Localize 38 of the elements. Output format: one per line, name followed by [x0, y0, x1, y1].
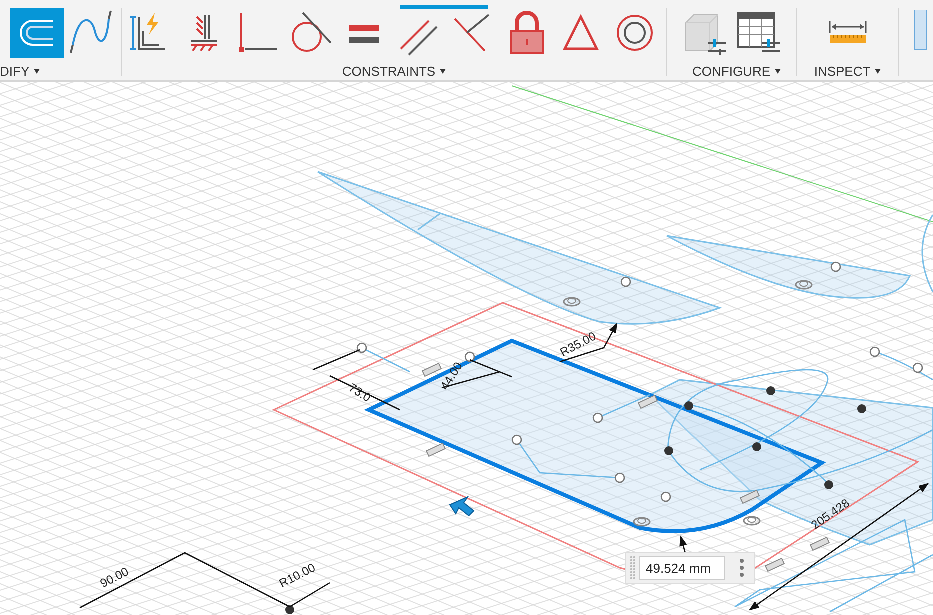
grip-handle[interactable]: [630, 556, 635, 580]
partial-tool-icon[interactable]: [913, 10, 927, 50]
caret-icon[interactable]: [34, 69, 40, 74]
constraint-icon[interactable]: [563, 297, 581, 307]
constraint-icon[interactable]: [426, 442, 446, 458]
group-label[interactable]: DIFY: [0, 62, 30, 80]
group-label[interactable]: CONFIGURE: [692, 62, 770, 80]
dimension-value[interactable]: 73.0: [346, 380, 374, 405]
constraint-icon[interactable]: [743, 516, 761, 526]
dimension-value[interactable]: 90.00: [98, 564, 132, 591]
constraint-icon[interactable]: [633, 517, 651, 527]
constraint-icon[interactable]: [740, 490, 760, 504]
sketch-point[interactable]: [356, 342, 368, 354]
drag-arrow-icon[interactable]: [449, 496, 475, 517]
sketch-point[interactable]: [766, 386, 776, 396]
caret-icon[interactable]: [774, 69, 780, 74]
sketch-point[interactable]: [464, 352, 476, 362]
constraint-icon[interactable]: [638, 394, 658, 410]
length-input-field[interactable]: 49.524 mm: [639, 556, 725, 580]
sketch-point[interactable]: [752, 442, 762, 452]
sketch-line: [418, 213, 440, 231]
caret-icon[interactable]: [440, 69, 446, 74]
caret-icon[interactable]: [874, 69, 881, 74]
dimension-line: [441, 359, 513, 389]
dimension-line: [560, 322, 618, 363]
sketch-point[interactable]: [684, 402, 694, 410]
sketch-point[interactable]: [824, 480, 834, 490]
group-label[interactable]: CONSTRAINTS: [342, 62, 436, 80]
tool-button[interactable]: [10, 8, 64, 58]
constraint-icon[interactable]: [422, 362, 442, 378]
group-label[interactable]: INSPECT: [814, 62, 871, 80]
constraint-icon[interactable]: [764, 558, 786, 572]
constraint-icon[interactable]: [810, 536, 830, 552]
sketch-point[interactable]: [286, 606, 294, 614]
sketch-point[interactable]: [858, 404, 866, 414]
constraint-icon[interactable]: [795, 280, 813, 290]
sketch-point[interactable]: [664, 446, 674, 456]
more-options-icon[interactable]: [739, 558, 745, 578]
